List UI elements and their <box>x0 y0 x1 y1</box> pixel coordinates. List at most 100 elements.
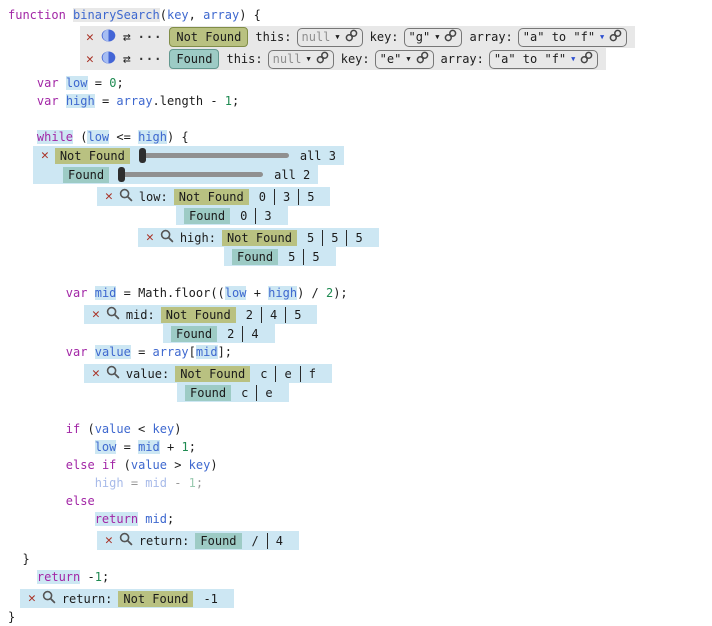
close-icon[interactable]: ✕ <box>92 367 100 380</box>
code-token: - <box>167 476 189 490</box>
code-token: key <box>189 458 211 472</box>
code-line: function binarySearch(key, array) { <box>0 6 712 24</box>
link-icon[interactable] <box>444 29 457 45</box>
probe-value: 5 <box>303 249 327 265</box>
search-icon[interactable] <box>106 306 120 323</box>
toggle-icon[interactable] <box>101 51 116 67</box>
code-token: ) { <box>167 130 189 144</box>
panel-field: key:"g"▼ <box>370 28 463 47</box>
swap-arrows-icon[interactable]: ⇄ <box>123 53 131 66</box>
search-icon[interactable] <box>106 365 120 382</box>
code-token: ( <box>116 458 130 472</box>
code-token: <= <box>109 130 138 144</box>
probe-variable-label: mid: <box>126 308 155 322</box>
more-options-icon[interactable]: ··· <box>138 53 163 65</box>
code-token: array <box>203 8 239 22</box>
probe-values: 245 <box>242 307 310 323</box>
value-dropdown[interactable]: "a" to "f"▼ <box>518 28 627 47</box>
value-dropdown[interactable]: null ▼ <box>268 50 334 69</box>
search-icon[interactable] <box>42 590 56 607</box>
chevron-down-icon[interactable]: ▼ <box>406 56 410 63</box>
code-token: ; <box>102 570 109 584</box>
panel-field: this:null▼ <box>226 50 333 69</box>
chevron-down-icon[interactable]: ▼ <box>600 34 604 41</box>
link-icon[interactable] <box>345 29 358 45</box>
code-token: return <box>37 570 80 584</box>
link-icon[interactable] <box>580 51 593 67</box>
close-icon[interactable]: ✕ <box>105 190 113 203</box>
search-icon[interactable] <box>160 229 174 246</box>
probe-value: 5 <box>298 189 322 205</box>
code-token: low <box>95 440 117 454</box>
probe-value: 2 <box>223 326 242 342</box>
close-icon[interactable]: ✕ <box>28 592 36 605</box>
code-line: var mid = Math.floor((low + high) / 2); <box>0 284 712 302</box>
code-token: low <box>87 130 109 144</box>
close-icon[interactable]: ✕ <box>146 231 154 244</box>
code-line <box>0 402 712 420</box>
code-token: + <box>246 286 268 300</box>
value-dropdown[interactable]: null▼ <box>297 28 363 47</box>
slider-thumb[interactable] <box>139 148 146 163</box>
code-token: ) <box>174 422 181 436</box>
found-badge[interactable]: Found <box>169 49 219 69</box>
close-icon[interactable]: ✕ <box>92 308 100 321</box>
code-token: ; <box>116 76 123 90</box>
code-token: else <box>66 458 95 472</box>
code-token: ; <box>232 94 239 108</box>
code-token: return <box>95 512 138 526</box>
probe-variable-label: low: <box>139 190 168 204</box>
close-icon[interactable]: ✕ <box>105 534 113 547</box>
field-value: null <box>273 52 302 66</box>
found-badge: Found <box>171 326 217 342</box>
code-token: var <box>66 286 88 300</box>
value-dropdown[interactable]: "e"▼ <box>375 50 434 69</box>
code-token <box>87 286 94 300</box>
code-token: ( <box>73 130 87 144</box>
swap-arrows-icon[interactable]: ⇄ <box>123 31 131 44</box>
close-icon[interactable]: ✕ <box>86 53 94 66</box>
iteration-count-label: all 3 <box>300 149 336 163</box>
chevron-down-icon[interactable]: ▼ <box>335 34 339 41</box>
close-icon[interactable]: ✕ <box>41 149 49 162</box>
search-icon[interactable] <box>119 188 133 205</box>
probe-value: 2 <box>242 307 261 323</box>
probe-value: 5 <box>303 230 322 246</box>
code-token: high <box>95 476 124 490</box>
code-token: var <box>66 345 88 359</box>
value-dropdown[interactable]: "a" to "f"▼ <box>489 50 598 69</box>
probe-variable-label: value: <box>126 367 169 381</box>
value-dropdown[interactable]: "g"▼ <box>404 28 463 47</box>
probe-row: Found55 <box>224 247 336 266</box>
chevron-down-icon[interactable]: ▼ <box>435 34 439 41</box>
iteration-slider[interactable] <box>141 153 289 158</box>
link-icon[interactable] <box>316 51 329 67</box>
probe-values: -1 <box>199 591 225 607</box>
chevron-down-icon[interactable]: ▼ <box>571 56 575 63</box>
code-token: } <box>8 552 30 566</box>
probe-value: 5 <box>284 249 303 265</box>
code-token: var <box>37 94 59 108</box>
code-token: ]; <box>218 345 232 359</box>
iteration-slider[interactable] <box>120 172 263 177</box>
code-token: = Math.floor(( <box>116 286 224 300</box>
probe-values: 55 <box>284 249 327 265</box>
code-token <box>8 286 66 300</box>
search-icon[interactable] <box>119 532 133 549</box>
not-found-badge[interactable]: Not Found <box>169 27 248 47</box>
probe-value: 0 <box>255 189 274 205</box>
code-token <box>8 130 37 144</box>
link-icon[interactable] <box>416 51 429 67</box>
probe-row: Foundce <box>177 383 289 402</box>
chevron-down-icon[interactable]: ▼ <box>307 56 311 63</box>
code-token: = <box>95 94 117 108</box>
code-line: var value = array[mid]; <box>0 343 712 361</box>
code-token: .length - <box>153 94 225 108</box>
link-icon[interactable] <box>609 29 622 45</box>
not-found-badge: Not Found <box>118 591 193 607</box>
toggle-icon[interactable] <box>101 29 116 45</box>
more-options-icon[interactable]: ··· <box>138 31 163 43</box>
slider-thumb[interactable] <box>118 167 125 182</box>
code-token: function <box>8 8 73 22</box>
close-icon[interactable]: ✕ <box>86 31 94 44</box>
